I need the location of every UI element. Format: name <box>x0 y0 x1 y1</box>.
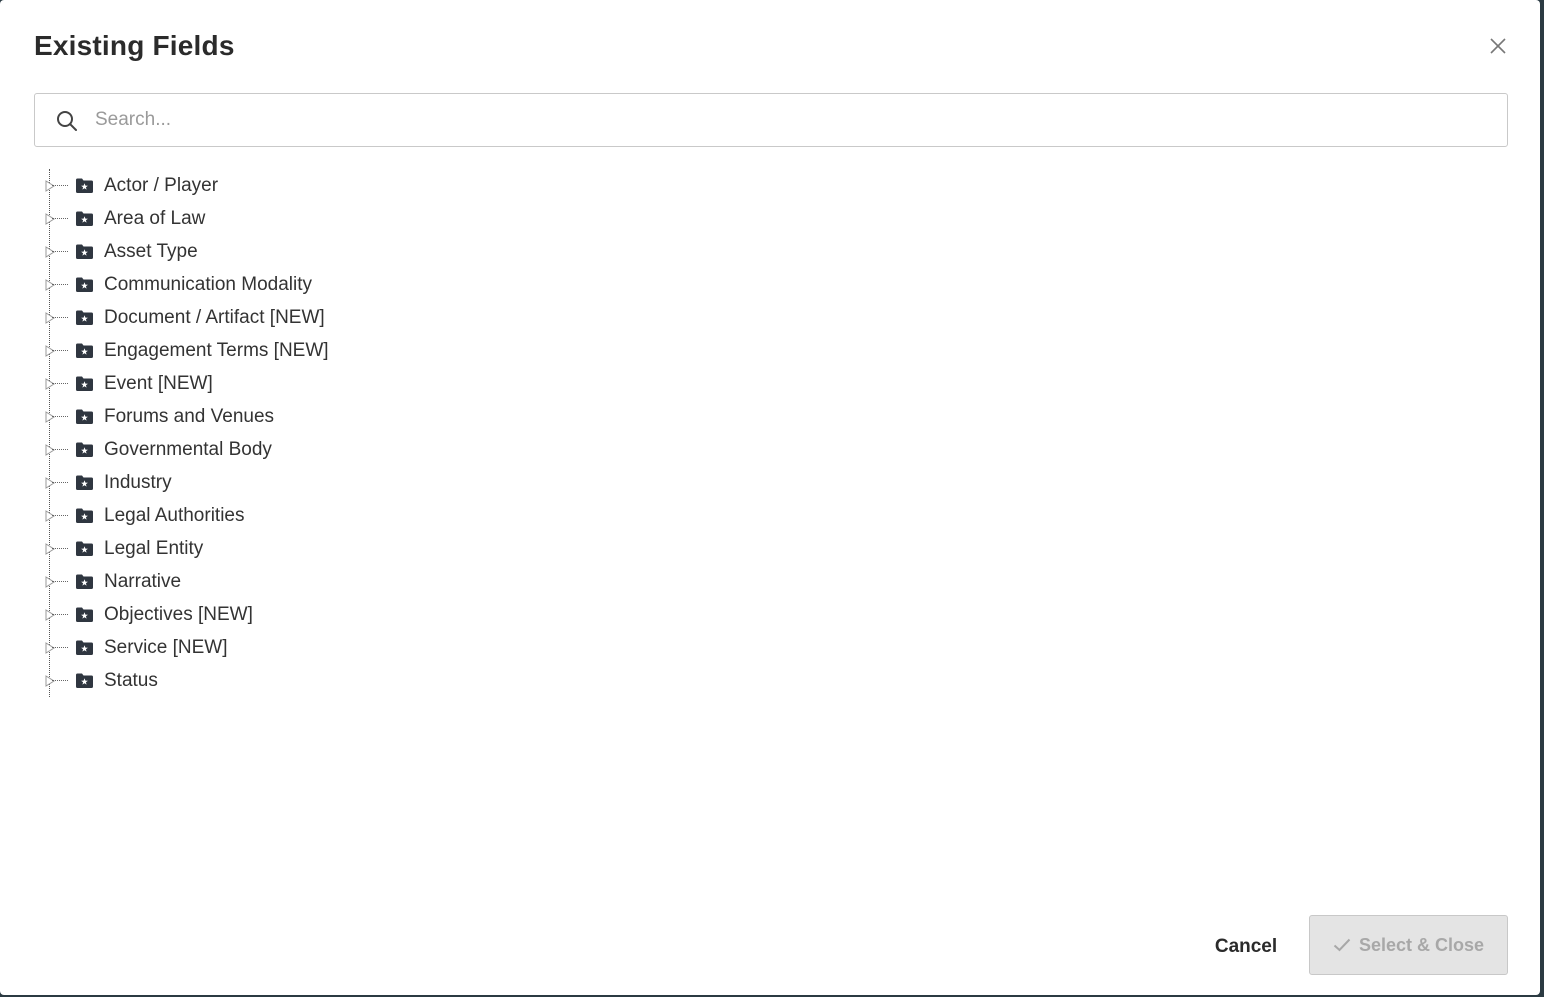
caret-right-icon[interactable] <box>45 609 55 621</box>
tree-item-label: Narrative <box>104 571 182 592</box>
tree-item-label: Status <box>104 670 158 691</box>
tree-item[interactable]: Forums and Venues <box>36 400 636 433</box>
folder-star-icon <box>76 673 93 688</box>
tree-item[interactable]: Objectives [NEW] <box>36 598 636 631</box>
tree-item[interactable]: Document / Artifact [NEW] <box>36 301 636 334</box>
tree-item[interactable]: Service [NEW] <box>36 631 636 664</box>
caret-right-icon[interactable] <box>45 312 55 324</box>
tree-connector-line <box>52 548 68 549</box>
select-and-close-label: Select & Close <box>1358 934 1485 955</box>
folder-star-icon <box>76 244 93 259</box>
tree-item-label: Area of Law <box>104 208 206 229</box>
tree-connector-line <box>52 251 68 252</box>
close-button[interactable] <box>1484 32 1512 60</box>
search-box <box>34 93 1508 147</box>
tree-connector-line <box>52 185 68 186</box>
folder-star-icon <box>76 574 93 589</box>
tree-item-label: Document / Artifact [NEW] <box>104 307 325 328</box>
tree-connector-line <box>52 647 68 648</box>
tree-item[interactable]: Engagement Terms [NEW] <box>36 334 636 367</box>
folder-star-icon <box>76 310 93 325</box>
tree-item-label: Governmental Body <box>104 439 272 460</box>
tree-item[interactable]: Event [NEW] <box>36 367 636 400</box>
caret-right-icon[interactable] <box>45 180 55 192</box>
caret-right-icon[interactable] <box>45 510 55 522</box>
search-icon <box>57 111 77 131</box>
caret-right-icon[interactable] <box>45 411 55 423</box>
tree-connector-line <box>52 449 68 450</box>
folder-star-icon <box>76 343 93 358</box>
tree-item-label: Engagement Terms [NEW] <box>104 340 329 361</box>
tree-item[interactable]: Area of Law <box>36 202 636 235</box>
tree-connector-line <box>52 350 68 351</box>
folder-star-icon <box>76 541 93 556</box>
folder-star-icon <box>76 376 93 391</box>
caret-right-icon[interactable] <box>45 543 55 555</box>
folder-star-icon <box>76 211 93 226</box>
tree-connector-line <box>52 680 68 681</box>
folder-star-icon <box>76 442 93 457</box>
select-and-close-button[interactable]: Select & Close <box>1309 915 1508 975</box>
tree-connector-line <box>52 383 68 384</box>
caret-right-icon[interactable] <box>45 642 55 654</box>
caret-right-icon[interactable] <box>45 675 55 687</box>
folder-star-icon <box>76 640 93 655</box>
tree-connector-line <box>52 515 68 516</box>
tree-connector-line <box>52 482 68 483</box>
tree-connector-line <box>52 218 68 219</box>
tree-item-label: Legal Authorities <box>104 505 245 526</box>
tree-item[interactable]: Legal Entity <box>36 532 636 565</box>
caret-right-icon[interactable] <box>45 246 55 258</box>
caret-right-icon[interactable] <box>45 477 55 489</box>
folder-star-icon <box>76 277 93 292</box>
caret-right-icon[interactable] <box>45 444 55 456</box>
search-input[interactable] <box>95 94 1495 146</box>
tree-item[interactable]: Asset Type <box>36 235 636 268</box>
caret-right-icon[interactable] <box>45 378 55 390</box>
close-icon <box>1490 38 1506 54</box>
tree-item[interactable]: Actor / Player <box>36 169 636 202</box>
caret-right-icon[interactable] <box>45 576 55 588</box>
folder-star-icon <box>76 409 93 424</box>
tree-connector-line <box>52 284 68 285</box>
dialog-title: Existing Fields <box>34 30 235 61</box>
tree-item-label: Event [NEW] <box>104 373 213 394</box>
tree-item-label: Communication Modality <box>104 274 313 295</box>
tree-connector-line <box>52 317 68 318</box>
tree-item-label: Industry <box>104 472 172 493</box>
tree-item[interactable]: Legal Authorities <box>36 499 636 532</box>
tree-item-label: Service [NEW] <box>104 637 228 658</box>
fields-tree: Actor / Player Area of Law Asset Type Commu… <box>36 169 636 697</box>
caret-right-icon[interactable] <box>45 345 55 357</box>
tree-connector-line <box>52 581 68 582</box>
folder-star-icon <box>76 178 93 193</box>
tree-item-label: Actor / Player <box>104 175 219 196</box>
tree-item[interactable]: Status <box>36 664 636 697</box>
tree-item-label: Objectives [NEW] <box>104 604 253 625</box>
tree-item[interactable]: Industry <box>36 466 636 499</box>
tree-item-label: Legal Entity <box>104 538 204 559</box>
folder-star-icon <box>76 475 93 490</box>
caret-right-icon[interactable] <box>45 279 55 291</box>
tree-item[interactable]: Governmental Body <box>36 433 636 466</box>
caret-right-icon[interactable] <box>45 213 55 225</box>
tree-item[interactable]: Communication Modality <box>36 268 636 301</box>
check-icon <box>1333 938 1351 952</box>
tree-connector-line <box>52 614 68 615</box>
tree-item-label: Asset Type <box>104 241 198 262</box>
existing-fields-dialog: Existing Fields Actor / Player Area of La… <box>0 0 1540 995</box>
folder-star-icon <box>76 607 93 622</box>
cancel-button[interactable]: Cancel <box>1204 924 1288 970</box>
folder-star-icon <box>76 508 93 523</box>
tree-connector-line <box>52 416 68 417</box>
tree-item[interactable]: Narrative <box>36 565 636 598</box>
tree-item-label: Forums and Venues <box>104 406 275 427</box>
